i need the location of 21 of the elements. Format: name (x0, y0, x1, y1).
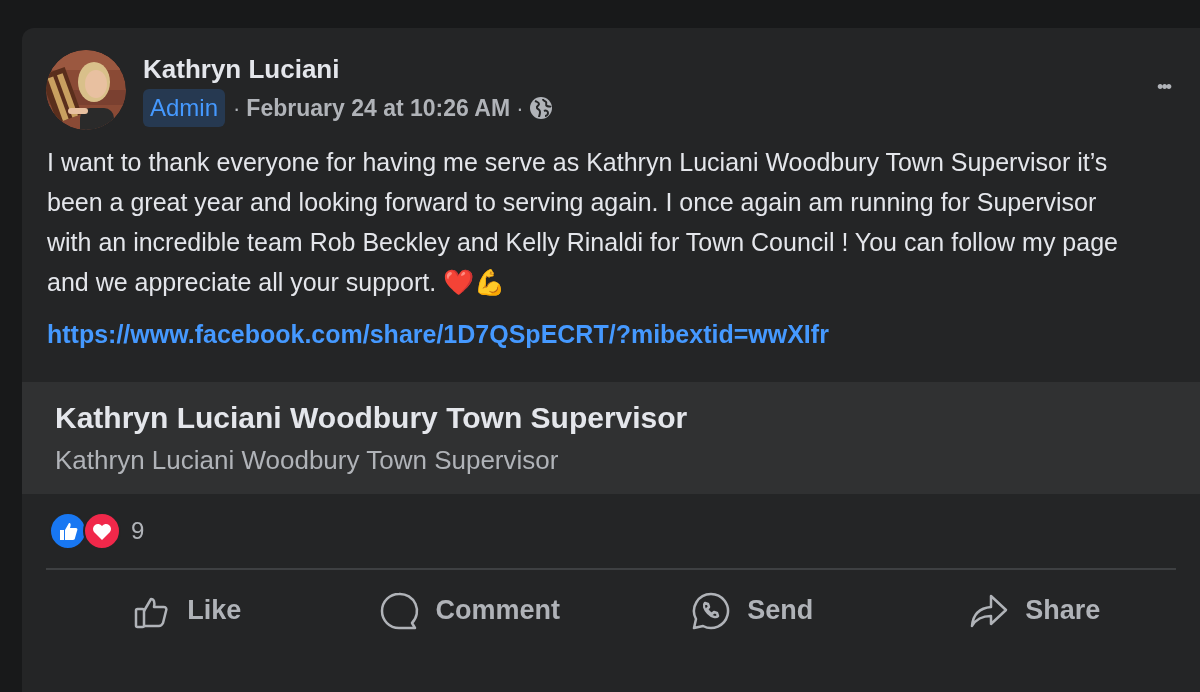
admin-badge: Admin (143, 89, 226, 127)
post-text: I want to thank everyone for having me serve as Kathryn Luciani Woodbury Town Supervisor it’s been a great year and looking forward to serving again. I once again am running for Supervisor with an incredible team Rob Beckley and Kelly Rinaldi for Town Council ! You can follow my page and we appreciate all your support. ❤💪 (46, 147, 1119, 298)
more-options-button[interactable]: ••• (1157, 74, 1170, 101)
timestamp[interactable]: February 24 at 10:26 AM (246, 90, 511, 126)
love-reaction-icon (83, 511, 121, 550)
author-name[interactable]: Kathryn Luciani (143, 51, 554, 87)
like-button[interactable]: Like (46, 580, 329, 641)
speech-bubble-icon (379, 590, 420, 631)
separator: · (233, 94, 241, 123)
send-button[interactable]: Send (611, 580, 894, 641)
preview-title: Kathryn Luciani Woodbury Town Supervisor (55, 399, 688, 436)
like-reaction-icon (49, 511, 87, 550)
link-preview[interactable]: Kathryn Luciani Woodbury Town Supervisor Kathryn Luciani Woodbury Town Supervisor (22, 381, 1200, 494)
globe-icon (529, 96, 554, 120)
preview-subtitle: Kathryn Luciani Woodbury Town Supervisor (55, 443, 559, 477)
share-button[interactable]: Share (893, 580, 1176, 641)
separator: · (516, 94, 524, 123)
reaction-count[interactable]: 9 (131, 512, 145, 549)
comment-button[interactable]: Comment (328, 580, 611, 641)
whatsapp-icon (691, 590, 732, 631)
post-link[interactable]: https://www.facebook.com/share/1D7QSpECRT/?mibextid=wwXIfr (22, 316, 829, 354)
